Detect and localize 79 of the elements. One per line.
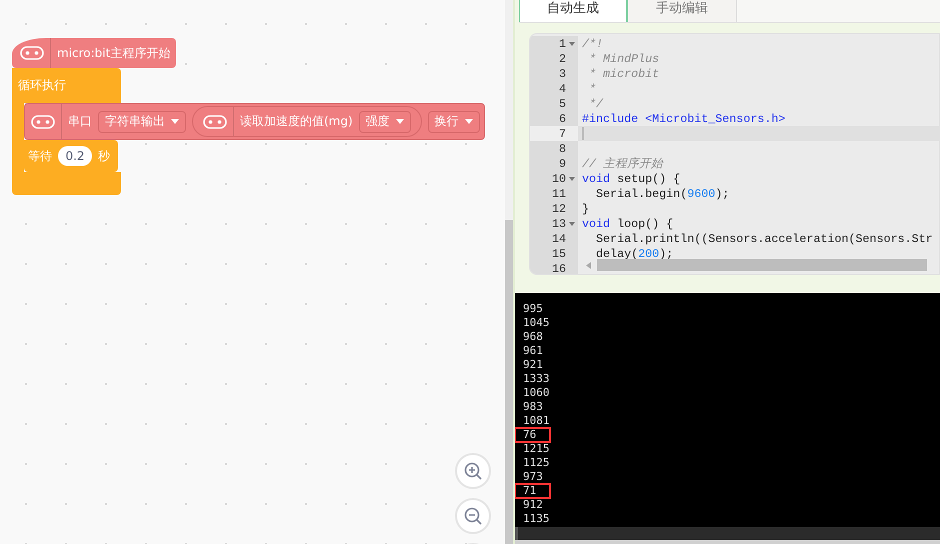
scrollbar-thumb[interactable] [505,220,513,544]
scroll-left-icon[interactable] [586,262,591,268]
serial-output-line: 912 [522,498,544,512]
code-line: * [588,82,596,96]
code-line: void loop() { [582,216,674,230]
line-number: 15 [552,246,566,260]
loop-block[interactable]: 循环执行 [12,68,121,103]
text-cursor [582,127,584,140]
microbit-icon [31,114,55,128]
line-number: 5 [558,96,566,110]
code-line: Serial.println((Sensors.acceleration(Sensors.Str [595,232,933,246]
microbit-icon [20,46,44,60]
line-number: 14 [552,232,566,246]
serial-output-line: 973 [522,470,544,484]
code-line: Serial.begin(9600); [595,186,730,200]
code-line: void setup() { [582,172,680,186]
scrollbar-thumb[interactable] [597,259,927,271]
code-line: // 主程序开始 [582,156,664,171]
code-line: * MindPlus [588,52,660,66]
code-line: } [582,202,590,216]
fold-caret-icon[interactable] [569,42,575,46]
line-number: 4 [558,82,566,96]
block-label: micro:bit主程序开始 [57,44,170,62]
code-tab[interactable]: 手动编辑 [628,0,737,22]
output-mode-dropdown[interactable]: 字符串输出 [98,110,186,132]
serial-output-line: 1125 [522,456,549,470]
line-number: 3 [558,66,566,80]
line-number: 13 [552,216,566,230]
line-number: 8 [558,142,566,156]
serial-output-line: 1215 [522,442,549,456]
code-line: */ [588,96,604,110]
line-number: 6 [558,112,566,126]
serial-print-block[interactable]: 串口 字符串输出 读取加速度的值(mg) 强度 换行 [24,103,485,140]
zoom-in-button[interactable] [455,453,491,489]
serial-output-line: 995 [522,302,544,316]
caret-icon [464,119,473,124]
caret-icon [171,119,179,124]
code-line: /*! [582,36,604,50]
serial-output-line: 1135 [522,512,549,526]
line-number: 7 [558,126,566,140]
serial-output-line: 1060 [522,386,549,400]
zoom-in-icon [463,461,483,481]
axis-dropdown[interactable]: 强度 [358,110,411,132]
block-label: 秒 [98,148,110,164]
accelerometer-reporter-block[interactable]: 读取加速度的值(mg) 强度 [192,106,422,137]
caret-icon [396,119,404,124]
block-label: 等待 [28,148,52,164]
serial-output-line: 1045 [522,316,549,330]
microbit-icon [203,114,227,128]
line-number: 11 [552,186,566,200]
serial-output-line: 983 [522,400,544,414]
zoom-out-icon [463,506,483,526]
serial-output-line: 961 [522,344,544,358]
code-editor[interactable] [529,33,940,275]
code-line: delay(200); [595,246,674,260]
serial-input-field[interactable] [515,527,940,540]
line-number: 16 [552,262,566,274]
serial-output-line: 968 [522,330,544,344]
code-line: #include <Microbit_Sensors.h> [582,112,786,126]
line-number: 2 [558,52,566,66]
line-number: 1 [558,36,566,50]
line-number: 9 [558,156,566,170]
code-tab[interactable]: 自动生成 [519,0,628,22]
serial-output-line: 921 [522,358,544,372]
line-number: 10 [552,172,566,186]
fold-caret-icon[interactable] [569,222,575,226]
fold-caret-icon[interactable] [569,176,575,180]
zoom-out-button[interactable] [455,498,491,534]
serial-output-line: 71 [515,484,550,498]
serial-output-line: 1081 [522,414,549,428]
seconds-input[interactable]: 0.2 [58,146,92,166]
block-label: 读取加速度的值(mg) [240,113,353,130]
block-label: 串口 [68,113,92,130]
serial-output-line: 76 [515,428,550,442]
line-number: 12 [552,202,566,216]
wait-block[interactable]: 等待 0.2 秒 [24,140,118,172]
line-ending-dropdown[interactable]: 换行 [428,110,480,132]
code-line: * microbit [588,66,660,80]
serial-output-line: 1333 [522,372,549,386]
